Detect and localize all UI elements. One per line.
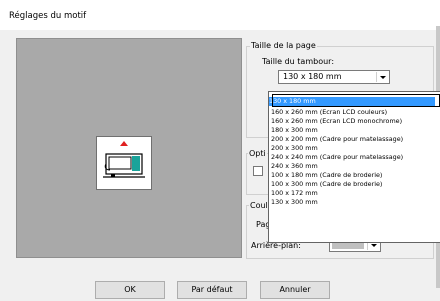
dropdown-item[interactable]: 130 x 300 mm [271, 198, 435, 207]
dropdown-item[interactable]: 240 x 240 mm (Cadre pour matelassage) [271, 153, 435, 162]
hoop-size-value: 130 x 180 mm [283, 72, 342, 81]
options-group-label: Opti [248, 149, 267, 158]
hoop-size-dropdown[interactable]: 130 x 180 mm 160 x 260 mm (Ecran LCD cou… [268, 91, 440, 243]
dropdown-item[interactable]: 200 x 200 mm (Cadre pour matelassage) [271, 135, 435, 144]
default-button[interactable]: Par défaut [177, 281, 247, 299]
dropdown-item[interactable]: 100 x 300 mm (Cadre de broderie) [271, 180, 435, 189]
hoop-size-select[interactable]: 130 x 180 mm [278, 70, 390, 84]
chevron-down-icon[interactable] [376, 72, 388, 82]
machine-preview-card [96, 136, 152, 190]
dropdown-item[interactable]: 100 x 180 mm (Cadre de broderie) [271, 171, 435, 180]
dialog-title: Réglages du motif [9, 11, 87, 21]
hoop-size-label: Taille du tambour: [262, 57, 335, 66]
sewing-machine-icon [103, 141, 145, 178]
dropdown-item[interactable]: 180 x 300 mm [271, 126, 435, 135]
dropdown-item[interactable]: 240 x 360 mm [271, 162, 435, 171]
dropdown-item[interactable]: 200 x 300 mm [271, 144, 435, 153]
cancel-button[interactable]: Annuler [260, 281, 330, 299]
dropdown-item[interactable]: 160 x 260 mm (Ecran LCD couleurs) [271, 108, 435, 117]
focus-rectangle [272, 94, 440, 107]
dropdown-item[interactable]: 100 x 172 mm [271, 189, 435, 198]
ok-button[interactable]: OK [95, 281, 165, 299]
page-size-group-label: Taille de la page [250, 41, 317, 50]
option-checkbox[interactable] [253, 166, 263, 176]
dropdown-item[interactable]: 160 x 260 mm (Ecran LCD monochrome) [271, 117, 435, 126]
color-group-label: Coul [249, 201, 269, 210]
